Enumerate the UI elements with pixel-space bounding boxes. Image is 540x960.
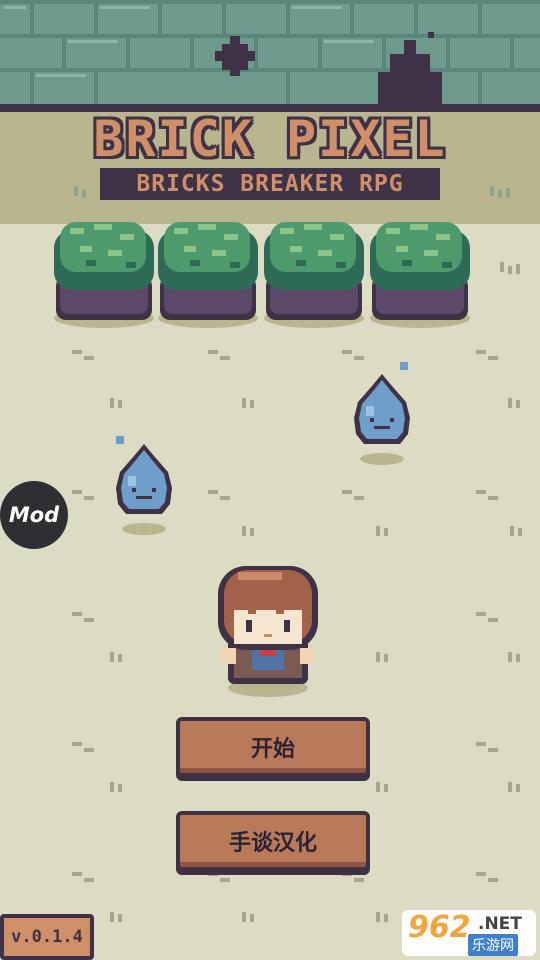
- site-watermark: 962 .NET 乐游网: [402, 910, 536, 956]
- watermark-number: 962: [408, 910, 471, 945]
- hero-character: [218, 566, 318, 697]
- localization-button[interactable]: 手谈汉化: [176, 811, 370, 871]
- bush-row: [54, 222, 470, 328]
- bush-4: [370, 222, 470, 328]
- start-button[interactable]: 开始: [176, 717, 370, 777]
- title-logo: BRICK PIXEL BRICKS BREAKER RPG: [70, 106, 470, 206]
- game-subtitle: BRICKS BREAKER RPG: [100, 168, 440, 200]
- bush-2: [158, 222, 258, 328]
- version-label: v.0.1.4: [0, 914, 94, 960]
- bush-1: [54, 222, 154, 328]
- watermark-domain: .NET: [478, 914, 522, 934]
- slime-enemy-left: [116, 436, 172, 535]
- slime-enemy-right: [354, 362, 410, 465]
- mod-badge[interactable]: Mod: [0, 481, 68, 549]
- watermark-site-name: 乐游网: [468, 934, 518, 956]
- game-title: BRICK PIXEL: [93, 110, 447, 168]
- game-scene: BRICK PIXEL BRICKS BREAKER RPG 开始 手谈汉化 M…: [0, 0, 540, 960]
- bush-3: [264, 222, 364, 328]
